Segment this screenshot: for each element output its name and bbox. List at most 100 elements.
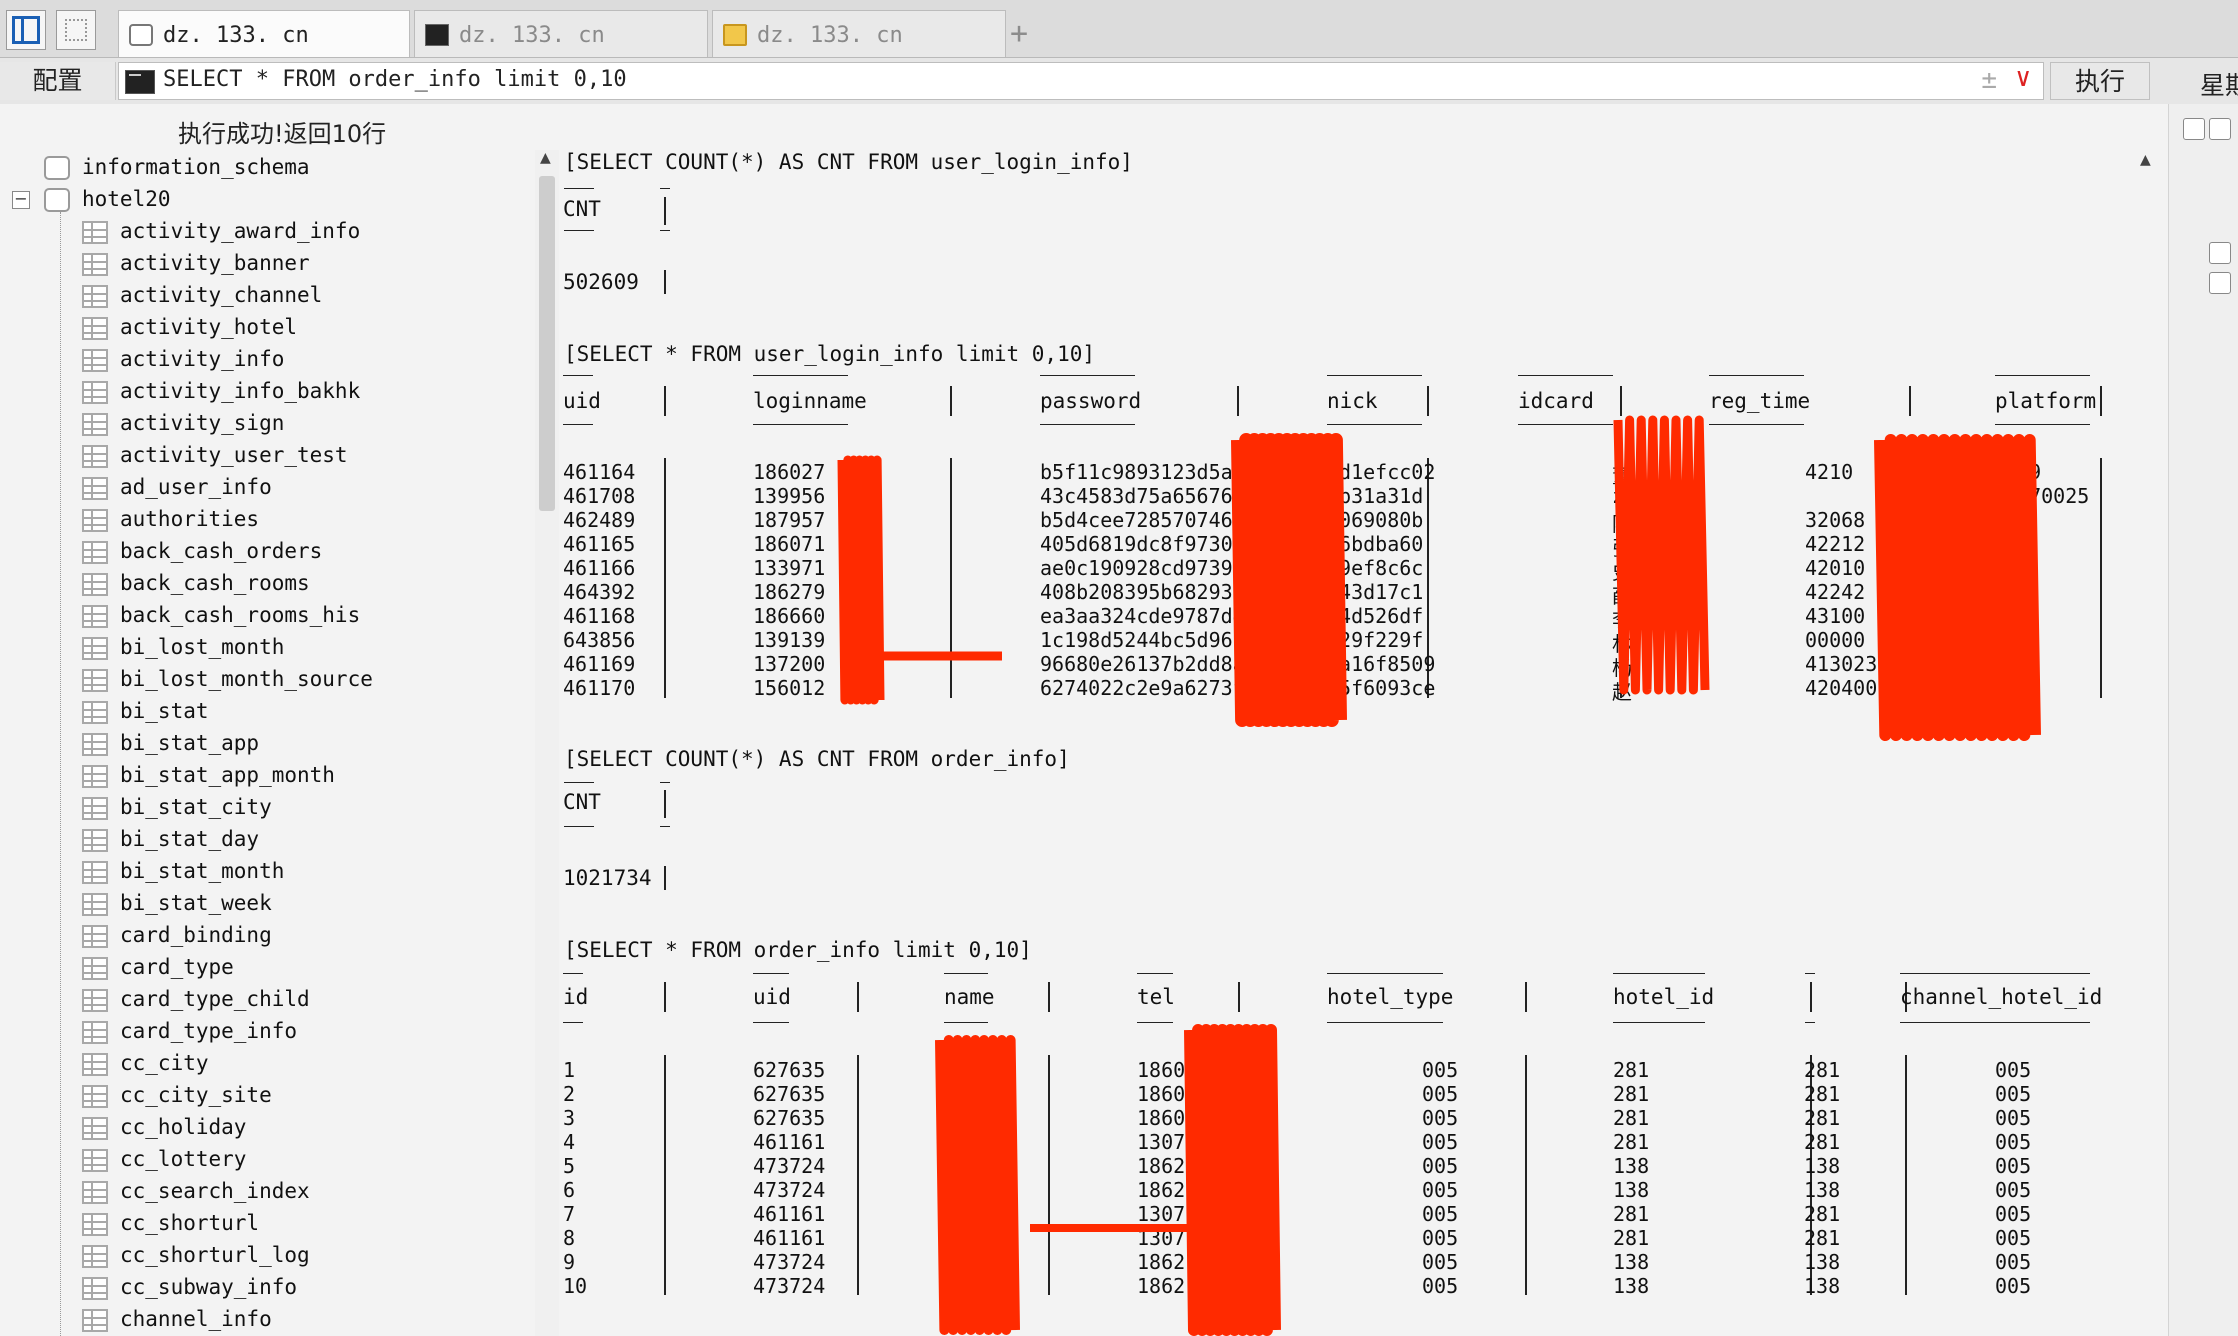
table-cell: 461168 (563, 604, 636, 628)
separator-dash (753, 424, 848, 425)
separator-dash (563, 424, 593, 425)
tree-scrollbar[interactable]: ▲ (535, 150, 559, 1336)
table-cell: 张 (944, 1278, 964, 1302)
scroll-thumb[interactable] (539, 176, 555, 511)
table-cell: 005 (1995, 1250, 2032, 1274)
column-pipe (950, 386, 952, 416)
chevron-down-icon[interactable]: ∨ (2015, 63, 2031, 93)
new-tab-button[interactable]: + (1010, 16, 1028, 51)
column-pipe (950, 458, 952, 698)
tree-guide-line (60, 212, 61, 1336)
table-icon (82, 381, 108, 404)
tree-table-label: card_type_info (120, 1019, 298, 1043)
table-icon (82, 669, 108, 692)
column-header: nick (1327, 389, 1378, 413)
count-value: 1021734 (563, 866, 652, 890)
table-icon (82, 1181, 108, 1204)
tab-1[interactable]: dz. 133. cn (118, 10, 410, 57)
tree-table-label: cc_city (120, 1051, 209, 1075)
collapse-all-icon[interactable] (2183, 118, 2205, 140)
table-cell: 8 (563, 1226, 576, 1250)
separator-dash (1613, 973, 1705, 974)
table-cell: 1862 (1137, 1250, 1186, 1274)
table-cell: 42242 (1805, 580, 1866, 604)
table-icon (82, 541, 108, 564)
separator-dash (1327, 424, 1422, 425)
table-icon (82, 509, 108, 532)
collapse-icon[interactable]: − (12, 191, 30, 209)
table-cell: 1307 (1137, 1226, 1186, 1250)
column-pipe (1238, 1055, 1240, 1295)
table-cell: 005 (1995, 1226, 2032, 1250)
column-header: id (563, 985, 589, 1009)
tree-database-label: information_schema (82, 155, 310, 179)
table-cell: 461169 (563, 652, 636, 676)
table-cell: 4 (563, 1130, 576, 1154)
grid-toggle-button[interactable] (56, 10, 96, 50)
table-cell: 420400 (1805, 676, 1878, 700)
table-cell: 10 (563, 1274, 588, 1298)
column-pipe (857, 1055, 859, 1295)
table-cell: 461161 (753, 1130, 826, 1154)
table-icon (82, 445, 108, 468)
table-icon (82, 1309, 108, 1332)
tree-table-label: card_type_child (120, 987, 310, 1011)
sidebar-toggle-button[interactable] (6, 10, 46, 50)
table-cell: b5f11c9893123d5a (1040, 460, 1233, 484)
column-pipe (664, 790, 666, 818)
separator-dash (660, 826, 670, 827)
table-icon (82, 829, 108, 852)
table-cell: 42212 (1805, 532, 1866, 556)
table-cell: da16f8509 (1327, 652, 1436, 676)
query-input[interactable]: SELECT * FROM order_info limit 0,10 ± ∨ (118, 62, 2044, 100)
sort-icon[interactable]: ± (1981, 65, 1997, 95)
execute-button[interactable]: 执行 (2050, 62, 2150, 100)
sql-statement: [SELECT * FROM user_login_info limit 0,1… (564, 342, 1096, 366)
table-cell: 005 (1422, 1130, 1459, 1154)
scroll-up-icon[interactable]: ▲ (540, 150, 551, 166)
table-cell: 6274022c2e9a6273fa (1040, 676, 1257, 700)
tree-table-label: cc_lottery (120, 1147, 247, 1171)
column-pipe (664, 982, 666, 1012)
play-icon[interactable] (2209, 242, 2231, 264)
column-pipe (1909, 386, 1911, 416)
hand-icon[interactable] (2209, 272, 2231, 294)
separator-dash (1805, 1022, 1815, 1023)
column-pipe (664, 270, 666, 294)
table-cell: 138 (1804, 1250, 1841, 1274)
table-cell: 005 (1995, 1178, 2032, 1202)
separator-dash (1518, 375, 1613, 376)
table-cell: 281 (1804, 1226, 1841, 1250)
table-cell: 96680e26137b2dd8a6 (1040, 652, 1257, 676)
table-cell: 413023 (1805, 652, 1878, 676)
table-cell: ea3aa324cde9787d4 (1040, 604, 1245, 628)
column-pipe (664, 197, 666, 225)
tree-table-label: activity_hotel (120, 315, 298, 339)
table-cell: 005 (1422, 1202, 1459, 1226)
config-button[interactable]: 配置 (0, 62, 116, 100)
column-pipe (664, 386, 666, 416)
column-header: hotel_type (1327, 985, 1454, 1009)
tree-table-label: cc_subway_info (120, 1275, 298, 1299)
column-pipe (857, 982, 859, 1012)
table-cell: 408b208395b682939 (1040, 580, 1245, 604)
column-pipe (1525, 982, 1527, 1012)
column-header: platform (1995, 389, 2097, 413)
expand-panel-icon[interactable] (2209, 118, 2231, 140)
separator-dash (1709, 424, 1804, 425)
tab-3[interactable]: dz. 133. cn (712, 10, 1006, 57)
column-header: loginname (753, 389, 867, 413)
count-value: 502609 (563, 270, 639, 294)
column-pipe (2100, 458, 2102, 698)
tree-table-label: bi_stat (120, 699, 209, 723)
result-scroll-up-icon[interactable]: ▲ (2140, 152, 2151, 168)
separator-dash (564, 230, 594, 231)
tab-3-label: dz. 133. cn (757, 23, 903, 48)
column-header: uid (753, 985, 791, 1009)
table-cell: 9 (563, 1250, 576, 1274)
table-cell: b5d4cee7285707469 (1040, 508, 1245, 532)
column-header: password (1040, 389, 1142, 413)
separator-dash (1805, 973, 1815, 974)
tab-2[interactable]: dz. 133. cn (414, 10, 708, 57)
tree-table-label: ad_user_info (120, 475, 272, 499)
